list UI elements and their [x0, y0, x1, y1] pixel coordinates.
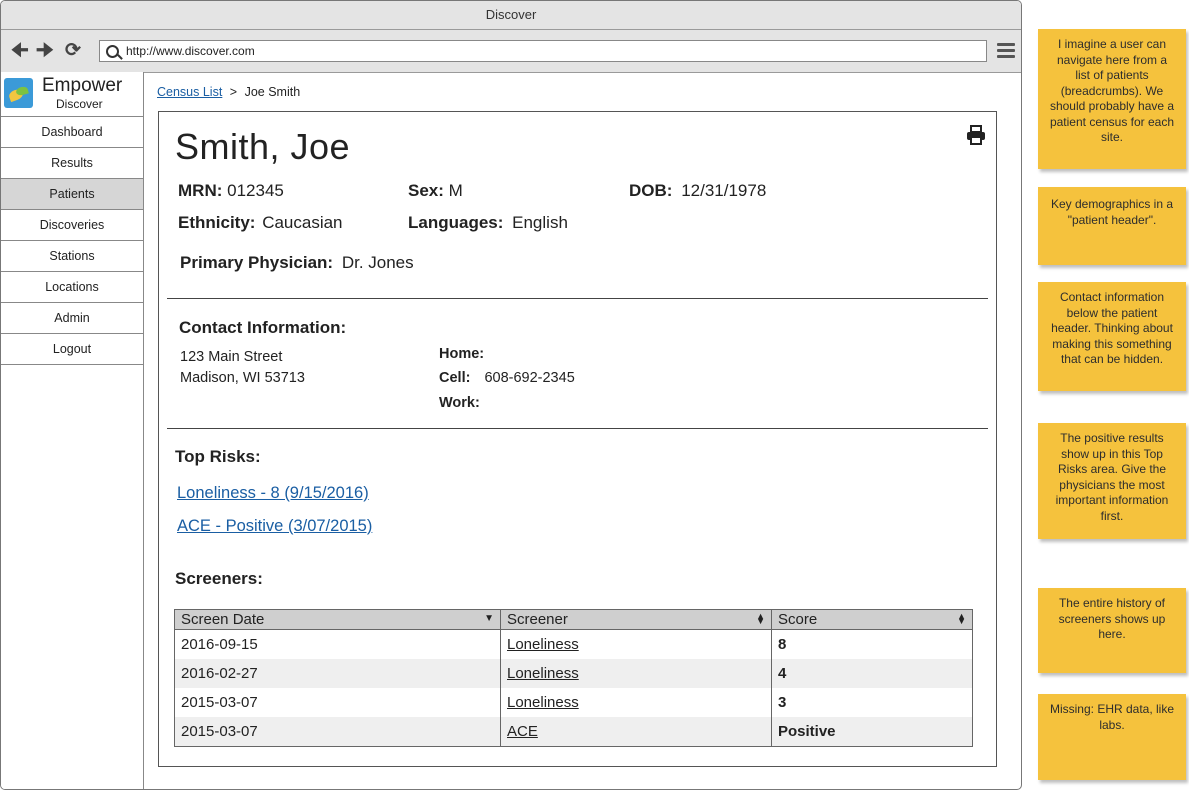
- sticky-note: Contact information below the patient he…: [1038, 282, 1186, 391]
- breadcrumb-separator: >: [229, 85, 238, 99]
- sticky-note: The positive results show up in this Top…: [1038, 423, 1186, 539]
- address-bar[interactable]: http://www.discover.com: [99, 40, 987, 62]
- sort-icon: ▲ ▼: [957, 611, 966, 626]
- sidebar-item-dashboard[interactable]: Dashboard: [1, 117, 143, 148]
- address-line1: 123 Main Street: [180, 349, 283, 365]
- physician-label: Primary Physician:: [180, 253, 334, 272]
- languages-field: Languages: English: [408, 213, 568, 233]
- cell-label: Cell:: [439, 370, 471, 386]
- dob-field: DOB: 12/31/1978: [629, 181, 766, 201]
- menu-icon[interactable]: [997, 43, 1015, 59]
- cell-screener-link[interactable]: Loneliness: [500, 629, 772, 659]
- ethnicity-label: Ethnicity:: [178, 213, 256, 232]
- cell-screener-link[interactable]: ACE: [500, 717, 772, 747]
- mrn-value: 012345: [227, 181, 284, 200]
- sort-desc-icon: ▼: [484, 613, 494, 624]
- reload-icon[interactable]: ⟳: [65, 41, 81, 61]
- divider: [167, 428, 988, 429]
- brand: Empower Discover: [1, 72, 143, 117]
- table-row[interactable]: 2015-03-07 ACE Positive: [174, 717, 973, 747]
- divider: [167, 298, 988, 299]
- sticky-note: Missing: EHR data, like labs.: [1038, 694, 1186, 780]
- dob-label: DOB:: [629, 181, 673, 200]
- sticky-note: The entire history of screeners shows up…: [1038, 588, 1186, 673]
- table-header-row: Screen Date ▼ Screener ▲ ▼ Score ▲ ▼: [174, 609, 973, 630]
- contact-title: Contact Information:: [179, 318, 347, 337]
- cell-score: 8: [771, 629, 973, 659]
- sidebar-item-stations[interactable]: Stations: [1, 241, 143, 272]
- ethnicity-value: Caucasian: [262, 213, 343, 232]
- address-line2: Madison, WI 53713: [180, 370, 305, 386]
- back-arrow-icon[interactable]: 🠈: [11, 41, 29, 61]
- cell-phone: Cell: 608-692-2345: [439, 370, 575, 386]
- sidebar-item-results[interactable]: Results: [1, 148, 143, 179]
- table-row[interactable]: 2016-02-27 Loneliness 4: [174, 659, 973, 688]
- main-content: Census List > Joe Smith Smith, Joe MRN: …: [145, 72, 1021, 789]
- cell-date: 2016-09-15: [174, 629, 501, 659]
- sidebar-item-logout[interactable]: Logout: [1, 334, 143, 365]
- languages-label: Languages:: [408, 213, 504, 232]
- sticky-note: Key demographics in a "patient header".: [1038, 187, 1186, 265]
- cell-screener-link[interactable]: Loneliness: [500, 659, 772, 688]
- cell-screener-link[interactable]: Loneliness: [500, 688, 772, 717]
- risk-link-loneliness[interactable]: Loneliness - 8 (9/15/2016): [177, 484, 369, 503]
- cell-date: 2015-03-07: [174, 688, 501, 717]
- ethnicity-field: Ethnicity: Caucasian: [178, 213, 343, 233]
- screeners-title: Screeners:: [175, 569, 263, 588]
- dob-value: 12/31/1978: [681, 181, 767, 200]
- screeners-table: Screen Date ▼ Screener ▲ ▼ Score ▲ ▼ 2016-…: [174, 609, 973, 747]
- breadcrumb: Census List > Joe Smith: [157, 85, 300, 99]
- cell-score: 3: [771, 688, 973, 717]
- column-header-screen-date[interactable]: Screen Date ▼: [174, 609, 501, 630]
- cell-date: 2015-03-07: [174, 717, 501, 747]
- search-icon: [106, 45, 119, 58]
- window-title: Discover: [1, 1, 1021, 30]
- physician-field: Primary Physician: Dr. Jones: [180, 253, 414, 273]
- sidebar-item-patients[interactable]: Patients: [1, 179, 143, 210]
- patient-panel: Smith, Joe MRN: 012345 Sex: M DOB: 12/31…: [158, 111, 997, 767]
- sort-icon: ▲ ▼: [756, 611, 765, 626]
- risk-link-ace[interactable]: ACE - Positive (3/07/2015): [177, 517, 372, 536]
- breadcrumb-current: Joe Smith: [244, 85, 301, 99]
- breadcrumb-census-list-link[interactable]: Census List: [157, 85, 222, 99]
- browser-window: Discover 🠈 🠊 ⟳ http://www.discover.com E…: [0, 0, 1022, 790]
- url-text: http://www.discover.com: [126, 44, 255, 58]
- work-phone: Work:: [439, 395, 480, 411]
- cell-value: 608-692-2345: [484, 370, 575, 386]
- forward-arrow-icon[interactable]: 🠊: [36, 41, 54, 61]
- top-risks-title: Top Risks:: [175, 447, 261, 466]
- table-row[interactable]: 2015-03-07 Loneliness 3: [174, 688, 973, 717]
- cell-date: 2016-02-27: [174, 659, 501, 688]
- column-header-screener[interactable]: Screener ▲ ▼: [500, 609, 772, 630]
- sex-value: M: [448, 181, 463, 200]
- sex-field: Sex: M: [408, 181, 463, 201]
- sidebar-item-discoveries[interactable]: Discoveries: [1, 210, 143, 241]
- sidebar-item-admin[interactable]: Admin: [1, 303, 143, 334]
- print-icon[interactable]: [965, 124, 987, 146]
- sticky-note: I imagine a user can navigate here from …: [1038, 29, 1186, 169]
- sex-label: Sex:: [408, 181, 444, 200]
- patient-name: Smith, Joe: [175, 126, 351, 167]
- cell-score: Positive: [771, 717, 973, 747]
- mrn-label: MRN:: [178, 181, 223, 200]
- work-label: Work:: [439, 395, 480, 411]
- sidebar: Empower Discover Dashboard Results Patie…: [1, 72, 144, 789]
- brand-name: Empower: [42, 75, 123, 96]
- browser-toolbar: 🠈 🠊 ⟳ http://www.discover.com: [1, 30, 1021, 73]
- mrn-field: MRN: 012345: [178, 181, 284, 201]
- brand-subtitle: Discover: [56, 97, 103, 111]
- languages-value: English: [512, 213, 568, 232]
- sidebar-item-locations[interactable]: Locations: [1, 272, 143, 303]
- cell-score: 4: [771, 659, 973, 688]
- home-label: Home:: [439, 346, 485, 362]
- table-row[interactable]: 2016-09-15 Loneliness 8: [174, 629, 973, 659]
- logo-icon: [4, 78, 33, 108]
- home-phone: Home:: [439, 346, 484, 362]
- physician-value: Dr. Jones: [341, 253, 414, 272]
- column-header-score[interactable]: Score ▲ ▼: [771, 609, 973, 630]
